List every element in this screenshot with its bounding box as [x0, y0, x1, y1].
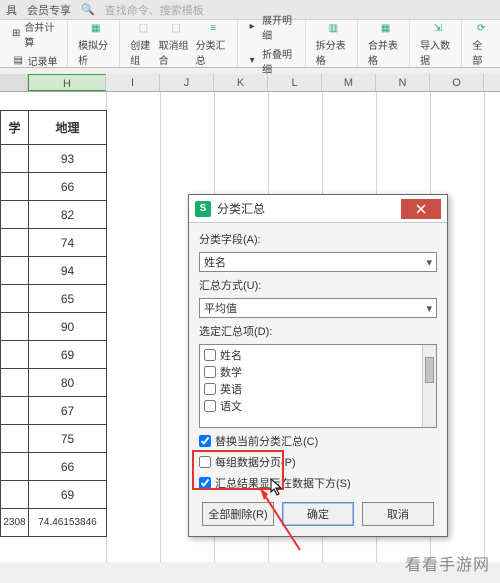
subtotal-button[interactable]: ≡分类汇总 [196, 21, 231, 67]
col-O[interactable]: O [430, 74, 484, 91]
scrollbar[interactable] [422, 345, 436, 427]
group-icon: ⬚ [135, 21, 151, 37]
cell[interactable]: 66 [29, 173, 107, 201]
chevron-down-icon: ▾ [426, 256, 432, 269]
field-value: 姓名 [204, 254, 226, 270]
cell[interactable]: 93 [29, 145, 107, 173]
ok-button[interactable]: 确定 [282, 502, 354, 526]
subtotal-dialog: S 分类汇总 分类字段(A): 姓名 ▾ 汇总方式(U): 平均值 ▾ 选定汇总… [188, 194, 448, 537]
search-placeholder[interactable]: 查找命令、搜索模板 [105, 2, 204, 18]
cell[interactable]: 75 [29, 425, 107, 453]
cell[interactable]: 66 [29, 453, 107, 481]
method-label: 汇总方式(U): [199, 277, 437, 293]
header-left[interactable]: 学 [1, 111, 29, 145]
items-listbox[interactable]: 姓名 数学 英语 语文 [199, 344, 437, 428]
close-button[interactable] [401, 199, 441, 219]
import-data-button[interactable]: ⇲导入数据 [420, 21, 455, 67]
split-table-button[interactable]: ▥拆分表格 [316, 21, 351, 67]
field-label: 分类字段(A): [199, 231, 437, 247]
col-H[interactable]: H [28, 74, 106, 91]
dialog-title: 分类汇总 [217, 200, 401, 217]
list-item: 姓名 [204, 347, 432, 363]
below-checkbox[interactable] [199, 477, 211, 489]
method-value: 平均值 [204, 300, 237, 316]
import-icon: ⇲ [430, 21, 446, 37]
dialog-titlebar[interactable]: S 分类汇总 [189, 195, 447, 223]
col-M[interactable]: M [322, 74, 376, 91]
create-group-button[interactable]: ⬚创建组 [130, 21, 156, 67]
header-H[interactable]: 地理 [29, 111, 107, 145]
col-L[interactable]: L [268, 74, 322, 91]
footer-H[interactable]: 74.46153846 [29, 509, 107, 537]
app-logo-icon: S [195, 201, 211, 217]
cell[interactable]: 80 [29, 369, 107, 397]
refresh-icon: ⟳ [473, 21, 489, 37]
cell[interactable]: 74 [29, 229, 107, 257]
items-label: 选定汇总项(D): [199, 323, 437, 339]
item-checkbox[interactable] [204, 383, 216, 395]
remove-all-button[interactable]: 全部删除(R) [202, 502, 274, 526]
col-K[interactable]: K [214, 74, 268, 91]
item-checkbox[interactable] [204, 366, 216, 378]
hide-detail-button[interactable]: ▾折叠明细 [248, 45, 299, 77]
cell[interactable]: 67 [29, 397, 107, 425]
cell[interactable]: 65 [29, 285, 107, 313]
merge-table-button[interactable]: ▦合并表格 [368, 21, 403, 67]
tab-member[interactable]: 会员专享 [27, 2, 71, 18]
replace-checkbox-row[interactable]: 替换当前分类汇总(C) [199, 433, 437, 449]
replace-checkbox[interactable] [199, 435, 211, 447]
split-icon: ▥ [325, 21, 341, 37]
merge-calc-icon: ⊞ [12, 28, 22, 40]
refresh-all-button[interactable]: ⟳全部 [472, 21, 490, 67]
list-item: 语文 [204, 398, 432, 414]
ungroup-button[interactable]: ⬚取消组合 [159, 21, 194, 67]
tab-tools[interactable]: 具 [6, 2, 17, 18]
method-select[interactable]: 平均值 ▾ [199, 298, 437, 318]
data-table[interactable]: 学 地理 93 66 82 74 94 65 90 69 80 67 75 66… [0, 110, 107, 537]
column-headers: H I J K L M N O [0, 74, 500, 92]
cell[interactable]: 94 [29, 257, 107, 285]
col-N[interactable]: N [376, 74, 430, 91]
item-checkbox[interactable] [204, 349, 216, 361]
list-item: 数学 [204, 364, 432, 380]
pagebreak-checkbox-row[interactable]: 每组数据分页(P) [199, 454, 437, 470]
footer-left[interactable]: 2308 [1, 509, 29, 537]
list-item: 英语 [204, 381, 432, 397]
record-icon: ▤ [14, 55, 26, 67]
ribbon: ⊞合并计算 ▤记录单 ▦模拟分析 ⬚创建组 ⬚取消组合 ≡分类汇总 ▸展开明细 … [0, 20, 500, 68]
simulate-icon: ▦ [88, 21, 104, 37]
item-checkbox[interactable] [204, 400, 216, 412]
cell[interactable]: 90 [29, 313, 107, 341]
cell[interactable]: 69 [29, 481, 107, 509]
subtotal-icon: ≡ [205, 21, 221, 37]
merge-calc-button[interactable]: ⊞合并计算 [10, 18, 61, 50]
expand-icon: ▸ [250, 21, 260, 33]
cancel-button[interactable]: 取消 [362, 502, 434, 526]
cell[interactable]: 82 [29, 201, 107, 229]
show-detail-button[interactable]: ▸展开明细 [248, 11, 299, 43]
watermark: 看看手游网 [405, 551, 490, 575]
pagebreak-checkbox[interactable] [199, 456, 211, 468]
below-checkbox-row[interactable]: 汇总结果显示在数据下方(S) [199, 475, 437, 491]
collapse-icon: ▾ [250, 55, 260, 67]
chevron-down-icon: ▾ [426, 302, 432, 315]
record-button[interactable]: ▤记录单 [12, 52, 60, 69]
merge-icon: ▦ [378, 21, 394, 37]
close-icon [416, 204, 426, 214]
col-I[interactable]: I [106, 74, 160, 91]
simulate-button[interactable]: ▦模拟分析 [78, 21, 113, 67]
field-select[interactable]: 姓名 ▾ [199, 252, 437, 272]
cell[interactable]: 69 [29, 341, 107, 369]
col-J[interactable]: J [160, 74, 214, 91]
ungroup-icon: ⬚ [168, 21, 184, 37]
